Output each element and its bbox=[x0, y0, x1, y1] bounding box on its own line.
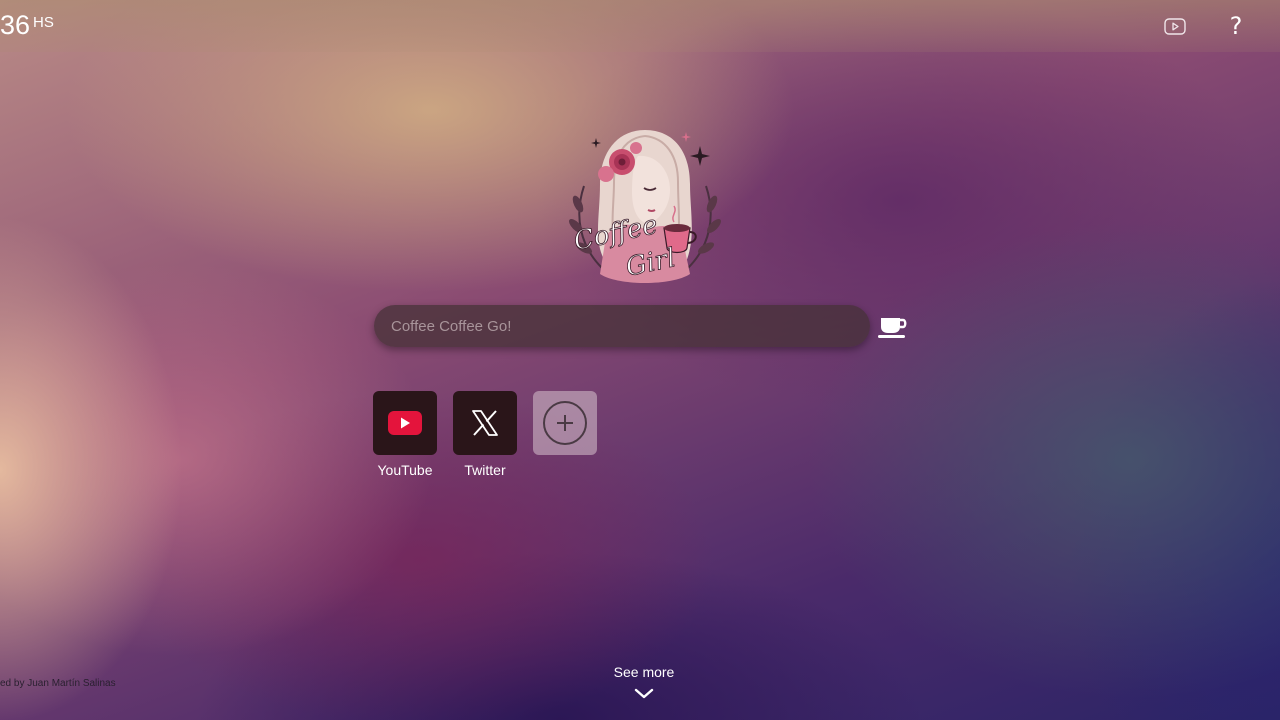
shortcut-tile[interactable] bbox=[533, 391, 597, 455]
shortcut-tile[interactable] bbox=[373, 391, 437, 455]
chevron-down-icon bbox=[634, 688, 654, 699]
shortcut-youtube[interactable]: YouTube bbox=[373, 391, 437, 478]
shortcut-label: YouTube bbox=[377, 462, 433, 478]
help-icon[interactable]: ? bbox=[1222, 12, 1250, 40]
coffee-girl-logo: Coffee Girl bbox=[562, 126, 728, 288]
credit-text: ed by Juan Martín Salinas bbox=[0, 678, 116, 689]
clock-time: 36 bbox=[0, 10, 31, 40]
shortcut-label: Twitter bbox=[464, 462, 506, 478]
top-bar bbox=[0, 0, 1280, 52]
see-more-button[interactable]: See more bbox=[584, 664, 704, 701]
search-bar bbox=[374, 305, 870, 347]
youtube-icon bbox=[388, 411, 422, 435]
search-input[interactable] bbox=[374, 305, 870, 347]
shortcut-twitter[interactable]: Twitter bbox=[453, 391, 517, 478]
add-shortcut-button[interactable] bbox=[533, 391, 597, 478]
youtube-outline-icon[interactable] bbox=[1161, 12, 1189, 40]
clock-suffix: HS bbox=[33, 14, 54, 31]
clock: 36 HS bbox=[0, 8, 54, 42]
x-logo-icon bbox=[472, 410, 498, 436]
shortcuts-row: YouTube Twitter bbox=[373, 391, 597, 478]
coffee-cup-icon[interactable] bbox=[876, 312, 910, 340]
see-more-label: See more bbox=[613, 664, 675, 680]
add-circle-icon bbox=[543, 401, 587, 445]
shortcut-tile[interactable] bbox=[453, 391, 517, 455]
